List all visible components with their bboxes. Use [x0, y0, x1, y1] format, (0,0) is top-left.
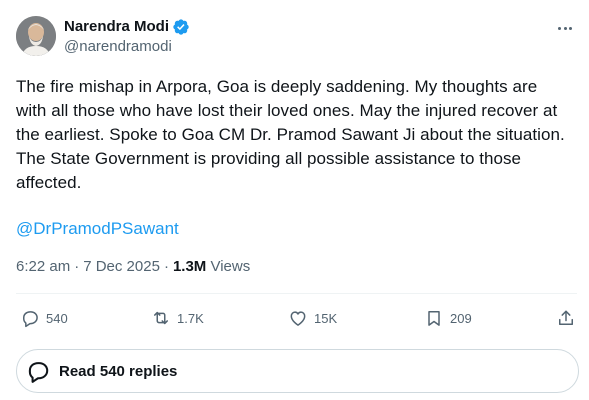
like-count: 15K — [314, 310, 338, 326]
meta-separator: · — [163, 258, 169, 275]
read-replies-button[interactable]: Read 540 replies — [16, 349, 579, 393]
reply-button[interactable]: 540 — [20, 306, 68, 330]
share-button[interactable] — [556, 306, 576, 330]
reply-icon — [23, 311, 38, 328]
user-block: Narendra Modi @narendramodi — [64, 17, 190, 57]
bookmark-button[interactable]: 209 — [424, 306, 472, 330]
mention-link[interactable]: @DrPramodPSawant — [16, 217, 179, 241]
avatar[interactable] — [16, 16, 56, 56]
tweet-meta: 6:22 am · 7 Dec 2025 · 1.3M Views — [16, 257, 250, 277]
views-label: Views — [210, 258, 251, 275]
share-icon — [559, 310, 573, 325]
tweet-date[interactable]: 7 Dec 2025 — [83, 257, 160, 277]
name-row: Narendra Modi — [64, 17, 190, 37]
repost-count: 1.7K — [177, 310, 204, 326]
repost-icon — [154, 311, 168, 325]
handle[interactable]: @narendramodi — [64, 37, 190, 57]
tweet-text: The fire mishap in Arpora, Goa is deeply… — [16, 77, 565, 192]
tweet-header: Narendra Modi @narendramodi — [16, 16, 577, 60]
reply-count: 540 — [46, 310, 68, 326]
more-icon[interactable] — [553, 18, 577, 38]
divider — [16, 293, 577, 294]
like-button[interactable]: 15K — [288, 306, 337, 330]
display-name[interactable]: Narendra Modi — [64, 17, 169, 37]
heart-icon — [290, 311, 306, 326]
speech-bubble-icon — [28, 362, 49, 383]
action-bar: 540 1.7K 15K 209 — [16, 306, 581, 330]
views-count: 1.3M — [172, 258, 207, 275]
verified-badge-icon[interactable] — [172, 18, 190, 36]
meta-separator: · — [74, 258, 80, 275]
bookmark-count: 209 — [450, 310, 472, 326]
tweet-time[interactable]: 6:22 am — [16, 257, 70, 277]
avatar-image — [16, 16, 56, 56]
bookmark-icon — [428, 311, 440, 326]
repost-button[interactable]: 1.7K — [151, 306, 204, 330]
read-replies-label: Read 540 replies — [59, 362, 178, 380]
